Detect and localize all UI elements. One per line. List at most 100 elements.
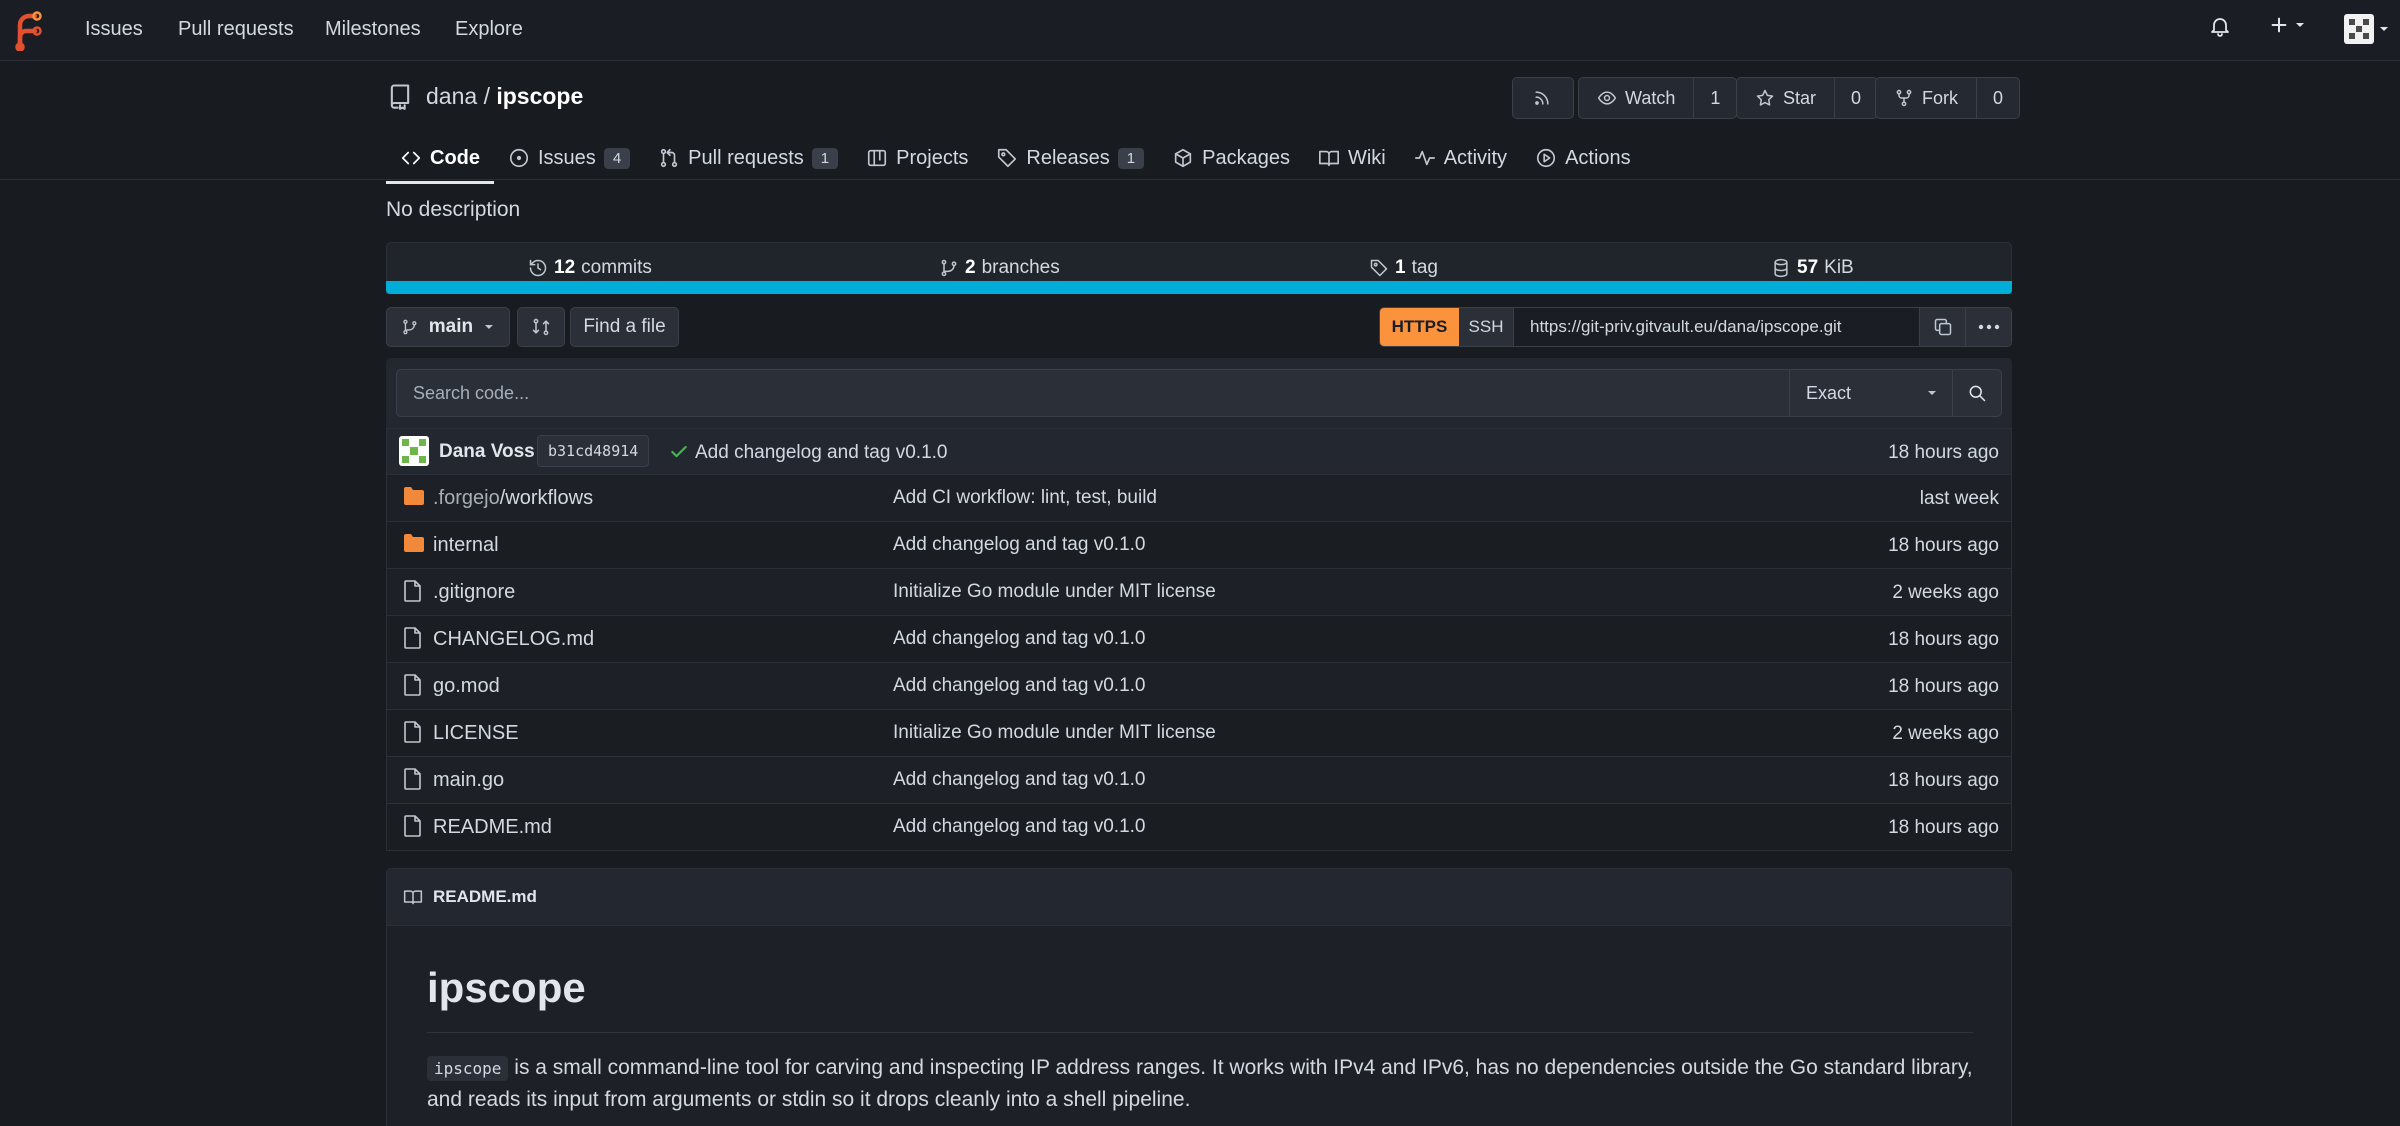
nav-issues[interactable]: Issues <box>85 18 143 41</box>
readme-inline-code: ipscope <box>427 1056 509 1081</box>
repo-tabs: Code Issues 4 Pull requests 1 Projects R… <box>386 136 1645 184</box>
rss-button[interactable] <box>1512 77 1574 119</box>
star-count[interactable]: 0 <box>1834 78 1877 118</box>
language-bar[interactable] <box>386 281 2012 294</box>
file-row-changelog[interactable]: CHANGELOG.md Add changelog and tag v0.1.… <box>386 616 2012 663</box>
tab-actions[interactable]: Actions <box>1521 136 1645 180</box>
author-avatar[interactable] <box>399 436 429 466</box>
file-row-go-mod[interactable]: go.mod Add changelog and tag v0.1.0 18 h… <box>386 663 2012 710</box>
file-commit-message[interactable]: Add CI workflow: lint, test, build <box>893 487 1157 509</box>
readme-filename[interactable]: README.md <box>433 887 537 907</box>
tag-icon <box>998 148 1017 168</box>
readme-header: README.md <box>386 868 2012 926</box>
more-options-button[interactable] <box>1965 308 2011 346</box>
commit-message[interactable]: Add changelog and tag v0.1.0 <box>695 442 947 464</box>
star-button[interactable]: Star 0 <box>1736 77 1879 119</box>
commits-stat[interactable]: 12 commits <box>528 257 652 279</box>
tab-code[interactable]: Code <box>386 136 494 184</box>
file-icon <box>404 627 421 649</box>
repo-name-link[interactable]: ipscope <box>496 83 583 109</box>
readme-paragraph: ipscope is a small command-line tool for… <box>427 1052 1973 1115</box>
file-age: 18 hours ago <box>1888 770 1999 791</box>
file-commit-message[interactable]: Add changelog and tag v0.1.0 <box>893 534 1145 556</box>
repo-owner-link[interactable]: dana <box>426 83 477 109</box>
branches-stat[interactable]: 2 branches <box>939 257 1060 279</box>
tab-pull-requests[interactable]: Pull requests 1 <box>644 136 852 180</box>
create-menu-button[interactable] <box>2268 14 2306 36</box>
rss-icon <box>1535 91 1549 105</box>
tab-packages[interactable]: Packages <box>1158 136 1304 180</box>
notifications-button[interactable] <box>2208 14 2232 38</box>
branch-selector[interactable]: main <box>386 307 510 347</box>
copy-icon <box>1934 318 1951 336</box>
branches-count: 2 <box>965 257 976 278</box>
tags-stat[interactable]: 1 tag <box>1369 257 1438 279</box>
file-name[interactable]: CHANGELOG.md <box>433 628 594 651</box>
play-circle-icon <box>1536 148 1556 168</box>
readme-paragraph-text: is a small command-line tool for carving… <box>427 1056 1973 1111</box>
search-button[interactable] <box>1952 369 2002 417</box>
fork-count[interactable]: 0 <box>1976 78 2019 118</box>
tab-issues[interactable]: Issues 4 <box>494 136 644 180</box>
code-search-input[interactable] <box>396 369 1790 417</box>
file-icon <box>404 674 421 696</box>
find-file-button[interactable]: Find a file <box>570 307 679 347</box>
file-name[interactable]: internal <box>433 534 499 557</box>
file-row-readme[interactable]: README.md Add changelog and tag v0.1.0 1… <box>386 804 2012 851</box>
tag-icon <box>1370 259 1388 277</box>
plus-icon <box>2271 17 2287 33</box>
commits-count: 12 <box>554 257 576 278</box>
file-name-prefix[interactable]: .forgejo <box>433 487 500 509</box>
file-commit-message[interactable]: Add changelog and tag v0.1.0 <box>893 769 1145 791</box>
nav-explore[interactable]: Explore <box>455 18 523 41</box>
file-name[interactable]: go.mod <box>433 675 500 698</box>
nav-milestones[interactable]: Milestones <box>325 18 421 41</box>
check-icon[interactable] <box>669 442 689 462</box>
file-row-license[interactable]: LICENSE Initialize Go module under MIT l… <box>386 710 2012 757</box>
compare-icon <box>532 318 550 336</box>
file-name[interactable]: main.go <box>433 769 504 792</box>
file-row-forgejo-workflows[interactable]: .forgejo/workflows Add CI workflow: lint… <box>386 475 2012 522</box>
file-icon <box>404 721 421 743</box>
forgejo-logo-icon[interactable] <box>12 9 42 51</box>
file-name[interactable]: /workflows <box>500 487 593 509</box>
file-age: 2 weeks ago <box>1892 582 1999 603</box>
fork-button[interactable]: Fork 0 <box>1875 77 2021 119</box>
watch-count[interactable]: 1 <box>1693 78 1736 118</box>
tab-wiki[interactable]: Wiki <box>1304 136 1400 180</box>
size-value: 57 <box>1797 257 1819 278</box>
commit-author[interactable]: Dana Voss <box>439 441 535 463</box>
file-row-gitignore[interactable]: .gitignore Initialize Go module under MI… <box>386 569 2012 616</box>
file-commit-message[interactable]: Initialize Go module under MIT license <box>893 581 1216 603</box>
tab-issues-label: Issues <box>538 146 596 169</box>
tab-activity[interactable]: Activity <box>1400 136 1521 180</box>
file-age: last week <box>1919 488 1999 509</box>
tab-releases[interactable]: Releases 1 <box>982 136 1158 180</box>
copy-url-button[interactable] <box>1919 308 1965 346</box>
branch-icon <box>941 259 957 277</box>
nav-pull-requests[interactable]: Pull requests <box>178 18 294 41</box>
file-commit-message[interactable]: Add changelog and tag v0.1.0 <box>893 816 1145 838</box>
ssh-toggle[interactable]: SSH <box>1459 308 1514 346</box>
book-icon <box>1318 150 1339 167</box>
tab-projects[interactable]: Projects <box>852 136 982 180</box>
file-row-main-go[interactable]: main.go Add changelog and tag v0.1.0 18 … <box>386 757 2012 804</box>
https-toggle[interactable]: HTTPS <box>1380 308 1459 346</box>
file-row-internal[interactable]: internal Add changelog and tag v0.1.0 18… <box>386 522 2012 569</box>
file-name[interactable]: .gitignore <box>433 581 515 604</box>
user-menu-button[interactable] <box>2344 14 2390 44</box>
compare-button[interactable] <box>517 307 565 347</box>
commit-sha[interactable]: b31cd48914 <box>537 435 650 467</box>
clone-url-field[interactable]: https://git-priv.gitvault.eu/dana/ipscop… <box>1514 308 1919 346</box>
file-commit-message[interactable]: Add changelog and tag v0.1.0 <box>893 675 1145 697</box>
file-commit-message[interactable]: Initialize Go module under MIT license <box>893 722 1216 744</box>
file-commit-message[interactable]: Add changelog and tag v0.1.0 <box>893 628 1145 650</box>
file-name[interactable]: LICENSE <box>433 722 519 745</box>
search-mode-label: Exact <box>1806 382 1852 403</box>
readme-heading: ipscope <box>427 964 586 1011</box>
file-age: 18 hours ago <box>1888 629 1999 650</box>
file-name[interactable]: README.md <box>433 816 552 839</box>
search-mode-select[interactable]: Exact <box>1789 369 1953 417</box>
watch-button[interactable]: Watch 1 <box>1578 77 1738 119</box>
caret-down-icon <box>1928 391 1936 395</box>
